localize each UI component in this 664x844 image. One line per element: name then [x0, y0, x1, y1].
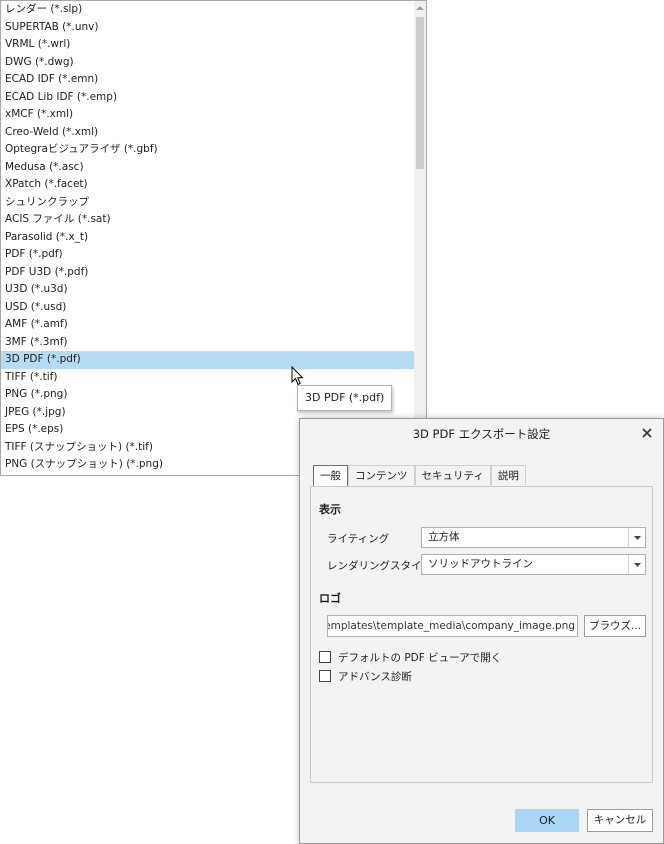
file-type-item[interactable]: Creo-Weld (*.xml) [1, 124, 415, 142]
file-type-item[interactable]: Medusa (*.asc) [1, 159, 415, 177]
display-section-label: 表示 [319, 503, 341, 516]
file-type-item[interactable]: TIFF (*.tif) [1, 369, 415, 387]
render-style-label: レンダリングスタイル [327, 560, 432, 572]
tab-bar: 一般 コンテンツ セキュリティ 説明 [313, 465, 526, 486]
advanced-diagnostics-checkbox[interactable]: アドバンス診断 [319, 669, 412, 683]
file-type-item[interactable]: XPatch (*.facet) [1, 176, 415, 194]
tab-description[interactable]: 説明 [490, 465, 526, 485]
file-type-item[interactable]: U3D (*.u3d) [1, 281, 415, 299]
file-type-item[interactable]: 3D PDF (*.pdf) [1, 351, 415, 369]
file-type-item[interactable]: 3MF (*.3mf) [1, 334, 415, 352]
checkbox-box[interactable] [319, 651, 331, 663]
cancel-button[interactable]: キャンセル [587, 809, 653, 832]
advanced-diagnostics-label: アドバンス診断 [338, 670, 412, 683]
file-type-item[interactable]: xMCF (*.xml) [1, 106, 415, 124]
file-type-item[interactable]: シュリンクラップ [1, 194, 415, 212]
logo-section-label: ロゴ [319, 592, 341, 605]
lighting-value: 立方体 [428, 531, 460, 543]
file-type-item[interactable]: VRML (*.wrl) [1, 36, 415, 54]
checkbox-box[interactable] [319, 670, 331, 682]
lighting-select[interactable]: 立方体 [421, 527, 646, 548]
tab-contents[interactable]: コンテンツ [348, 465, 415, 485]
dialog-title: 3D PDF エクスポート設定 [412, 427, 551, 441]
logo-path-field[interactable]: C:\Program Files\PTC\Creo\Common Files\t… [327, 615, 578, 637]
lighting-label: ライティング [327, 533, 390, 545]
browse-button[interactable]: ブラウズ... [584, 615, 646, 637]
logo-path-value: C:\Program Files\PTC\Creo\Common Files\t… [328, 620, 575, 632]
open-default-viewer-checkbox[interactable]: デフォルトの PDF ビューアで開く [319, 650, 501, 664]
list-scrollbar[interactable] [414, 1, 426, 475]
file-type-item[interactable]: Optegraビジュアライザ (*.gbf) [1, 141, 415, 159]
export-settings-dialog: 3D PDF エクスポート設定 一般 コンテンツ セキュリティ 説明 表示 ライ… [299, 418, 664, 844]
scroll-up-arrow-icon[interactable] [414, 1, 426, 15]
file-type-item[interactable]: レンダー (*.slp) [1, 1, 415, 19]
chevron-down-icon [628, 555, 645, 574]
file-type-item[interactable]: PDF (*.pdf) [1, 246, 415, 264]
tab-panel-general: 表示 ライティング 立方体 レンダリングスタイル ソリッドアウトライン ロゴ C… [310, 486, 653, 783]
file-type-tooltip: 3D PDF (*.pdf) [297, 385, 393, 411]
file-type-item[interactable]: DWG (*.dwg) [1, 54, 415, 72]
render-style-select[interactable]: ソリッドアウトライン [421, 554, 646, 575]
file-type-item[interactable]: PDF U3D (*.pdf) [1, 264, 415, 282]
ok-button[interactable]: OK [515, 809, 579, 832]
file-type-item[interactable]: USD (*.usd) [1, 299, 415, 317]
file-type-item[interactable]: SUPERTAB (*.unv) [1, 19, 415, 37]
file-type-item[interactable]: Parasolid (*.x_t) [1, 229, 415, 247]
tab-security[interactable]: セキュリティ [414, 465, 491, 485]
file-type-item[interactable]: AMF (*.amf) [1, 316, 415, 334]
scroll-thumb[interactable] [416, 17, 424, 169]
file-type-item[interactable]: ECAD IDF (*.emn) [1, 71, 415, 89]
render-style-value: ソリッドアウトライン [428, 558, 533, 570]
chevron-down-icon [628, 528, 645, 547]
close-icon[interactable] [639, 425, 655, 441]
file-type-item[interactable]: ECAD Lib IDF (*.emp) [1, 89, 415, 107]
open-default-viewer-label: デフォルトの PDF ビューアで開く [338, 651, 502, 664]
file-type-item[interactable]: ACIS ファイル (*.sat) [1, 211, 415, 229]
tab-general[interactable]: 一般 [313, 465, 348, 486]
